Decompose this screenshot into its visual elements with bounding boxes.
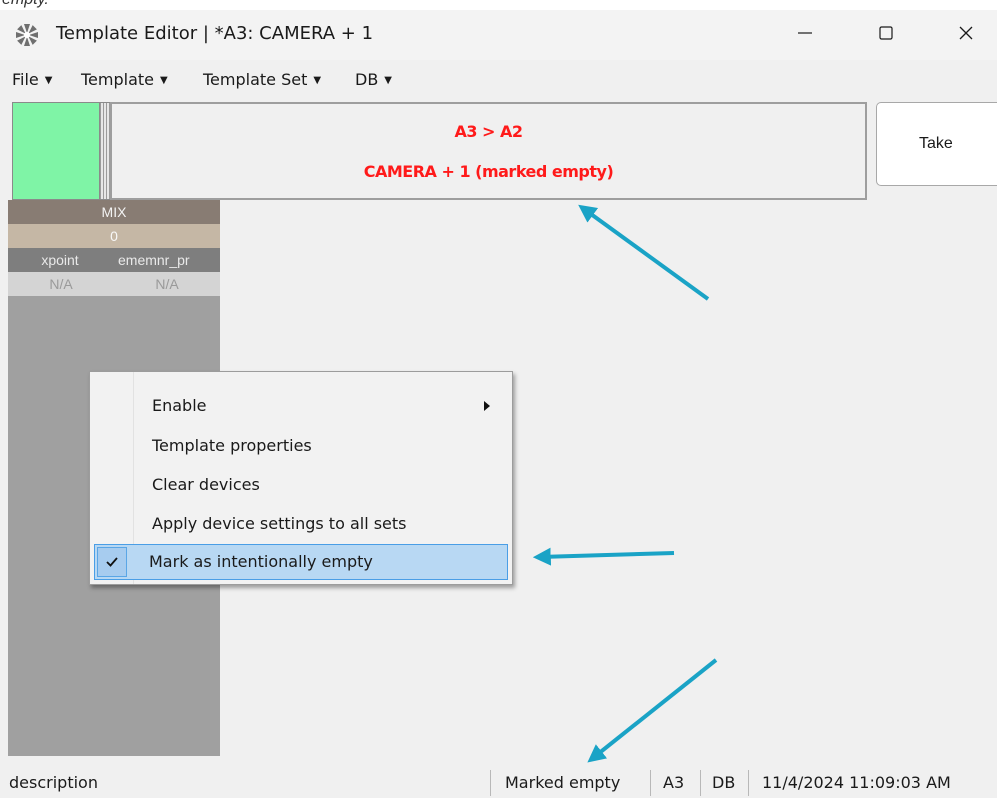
submenu-arrow-icon bbox=[484, 401, 490, 411]
status-separator bbox=[490, 770, 491, 796]
menu-item-label: Enable bbox=[152, 396, 207, 415]
menu-item-label: Apply device settings to all sets bbox=[152, 514, 407, 533]
chevron-down-icon: ▼ bbox=[313, 75, 322, 86]
menu-file[interactable]: File ▼ bbox=[12, 70, 52, 89]
template-info-panel: A3 > A2 CAMERA + 1 (marked empty) bbox=[110, 102, 867, 200]
take-button-label: Take bbox=[919, 135, 953, 152]
checkmark-icon bbox=[106, 557, 118, 567]
menu-template[interactable]: Template ▼ bbox=[81, 70, 168, 89]
route-text: A3 > A2 bbox=[454, 122, 523, 141]
status-description: description bbox=[9, 773, 98, 792]
take-button[interactable]: Take bbox=[876, 102, 997, 186]
status-bar: description Marked empty A3 DB 11/4/2024… bbox=[0, 766, 997, 798]
status-template: A3 bbox=[663, 773, 685, 792]
menu-item-label: Clear devices bbox=[152, 475, 260, 494]
minimize-icon bbox=[798, 32, 812, 34]
chevron-down-icon: ▼ bbox=[44, 75, 53, 86]
menu-template-set[interactable]: Template Set ▼ bbox=[203, 70, 321, 89]
menu-item-label: Mark as intentionally empty bbox=[149, 552, 373, 571]
chevron-down-icon: ▼ bbox=[160, 75, 168, 86]
status-text: CAMERA + 1 (marked empty) bbox=[363, 162, 614, 181]
menu-item-clear-devices[interactable]: Clear devices bbox=[94, 467, 508, 503]
menu-template-label: Template bbox=[81, 70, 155, 89]
menu-db-label: DB bbox=[355, 70, 379, 89]
menu-db[interactable]: DB ▼ bbox=[355, 70, 392, 89]
status-db: DB bbox=[712, 773, 736, 792]
menu-item-apply-device-settings[interactable]: Apply device settings to all sets bbox=[94, 506, 508, 542]
menu-item-mark-empty[interactable]: Mark as intentionally empty bbox=[94, 544, 508, 580]
close-icon bbox=[959, 26, 973, 40]
pinwheel-app-icon bbox=[16, 24, 38, 46]
status-color-indicator bbox=[12, 102, 100, 200]
menu-bar: File ▼ Template ▼ Template Set ▼ DB ▼ bbox=[0, 62, 997, 96]
menu-item-enable[interactable]: Enable bbox=[94, 388, 508, 424]
column-header: ememnr_pr bbox=[118, 252, 190, 268]
top-caption-strip: empty. bbox=[0, 0, 997, 10]
checkmark-box bbox=[97, 547, 127, 577]
status-timestamp: 11/4/2024 11:09:03 AM bbox=[762, 773, 951, 792]
menu-template-set-label: Template Set bbox=[203, 70, 308, 89]
context-menu: Enable Template properties Clear devices… bbox=[89, 371, 513, 585]
column-header: xpoint bbox=[41, 252, 79, 268]
splitter-grip[interactable] bbox=[100, 102, 110, 200]
menu-item-template-properties[interactable]: Template properties bbox=[94, 428, 508, 464]
device-panel-value[interactable]: 0 bbox=[8, 224, 220, 248]
chevron-down-icon: ▼ bbox=[384, 75, 392, 86]
status-separator bbox=[700, 770, 701, 796]
cell-value[interactable]: N/A bbox=[114, 272, 220, 296]
maximize-button[interactable] bbox=[855, 10, 917, 56]
menu-file-label: File bbox=[12, 70, 39, 89]
maximize-icon bbox=[879, 26, 893, 40]
menu-item-label: Template properties bbox=[152, 436, 312, 455]
cell-value[interactable]: N/A bbox=[8, 272, 114, 296]
close-button[interactable] bbox=[935, 10, 997, 56]
status-separator bbox=[650, 770, 651, 796]
status-separator bbox=[748, 770, 749, 796]
minimize-button[interactable] bbox=[774, 10, 836, 56]
window-title: Template Editor | *A3: CAMERA + 1 bbox=[56, 23, 374, 44]
title-bar: Template Editor | *A3: CAMERA + 1 bbox=[0, 10, 997, 60]
device-values-row: N/A N/A bbox=[8, 272, 220, 296]
top-caption: empty. bbox=[2, 0, 49, 9]
status-state: Marked empty bbox=[505, 773, 621, 792]
device-column-headers: xpoint ememnr_pr bbox=[8, 248, 220, 272]
device-panel-title: MIX bbox=[8, 200, 220, 224]
